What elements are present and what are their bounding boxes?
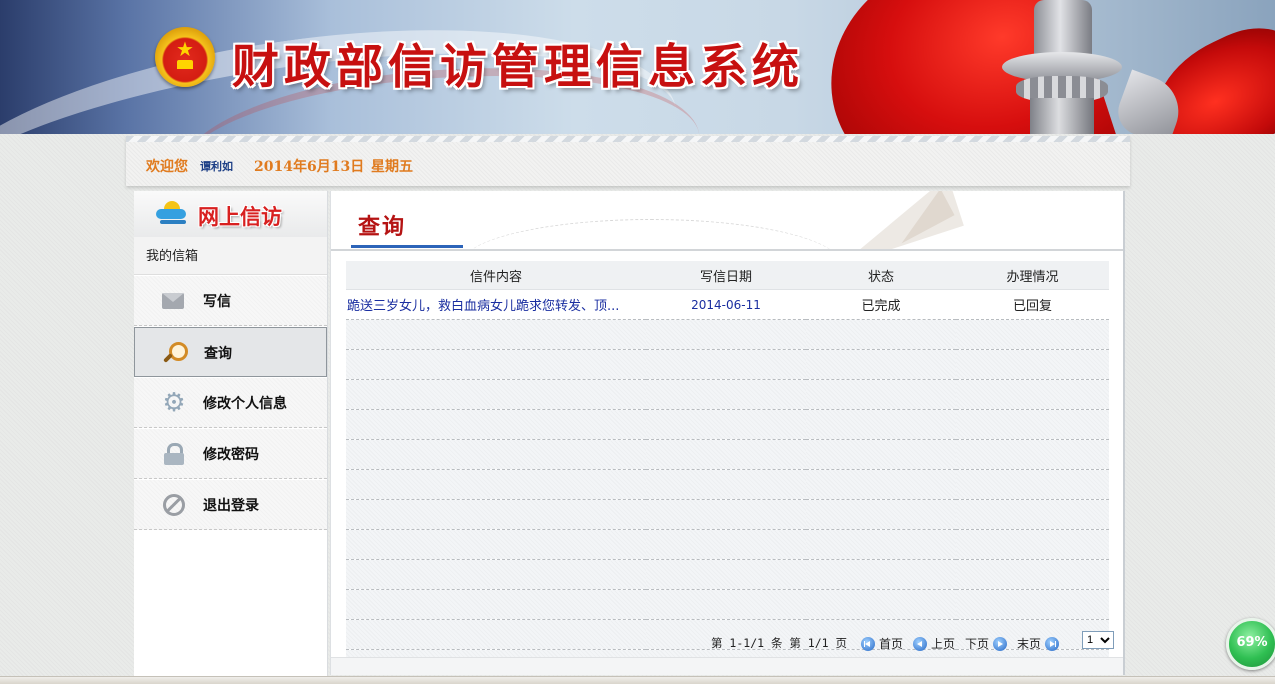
empty-row [346,379,1109,410]
table-header-row: 信件内容 写信日期 状态 办理情况 [346,261,1109,290]
first-page-button[interactable]: 首页 [861,635,903,652]
letter-date: 2014-06-11 [646,289,806,320]
menu-label: 修改密码 [203,447,259,463]
current-date: 2014年6月13日 [254,159,365,175]
first-page-label: 首页 [879,637,904,651]
site-title: 财政部信访管理信息系统 [232,40,804,95]
empty-row [346,319,1109,350]
menu-change-password[interactable]: 修改密码 [134,429,327,479]
column-header-date: 写信日期 [646,261,806,290]
user-name: 谭利如 [200,160,233,173]
panel-title-underline [351,245,463,248]
empty-row [346,439,1109,470]
gear-icon: ⚙ [162,388,186,418]
performance-badge[interactable]: 69% [1226,618,1275,670]
empty-row [346,469,1109,500]
menu-logout[interactable]: 退出登录 [134,480,327,530]
panel-title: 查询 [358,215,407,240]
column-header-status: 状态 [806,261,956,290]
national-emblem-icon: ★ [155,27,215,87]
menu-label: 修改个人信息 [203,396,287,412]
letter-status: 已完成 [806,289,956,320]
menu-label: 查询 [204,346,232,362]
main-panel: 查询 信件内容 写信日期 状态 办理情况 跪送三岁女儿，救白血病女儿跪求您转发、… [330,191,1125,675]
letter-progress: 已回复 [956,289,1109,320]
menu-label: 退出登录 [203,498,259,514]
empty-row [346,559,1109,590]
empty-row [346,409,1109,440]
last-page-icon [1045,637,1060,651]
sidebar: 网上信访 我的信箱 写信 查询 ⚙ 修改个人信息 修改密码 退出登录 [134,191,328,683]
online-petition-logo-icon [156,201,190,225]
page-select[interactable]: 1 [1082,631,1114,649]
empty-row [346,499,1109,530]
pagination-bar: 第 1-1/1 条 第 1/1 页 首页 上页 下页 末页 1 [346,631,1114,655]
last-page-button[interactable]: 末页 [1017,635,1060,652]
next-page-icon [993,637,1008,651]
letter-table: 信件内容 写信日期 状态 办理情况 跪送三岁女儿，救白血病女儿跪求您转发、顶..… [346,261,1109,675]
menu-label: 写信 [203,294,231,310]
current-weekday: 星期五 [371,159,413,175]
lock-icon [162,443,186,465]
menu-edit-profile[interactable]: ⚙ 修改个人信息 [134,378,327,428]
sidebar-title: 网上信访 [198,205,282,229]
panel-footer [331,657,1123,675]
pagination-summary: 第 1-1/1 条 第 1/1 页 [711,636,848,650]
last-page-label: 末页 [1017,637,1042,651]
prev-page-icon [913,637,927,651]
empty-row [346,589,1109,620]
huabiao-pillar-body [1030,98,1094,134]
welcome-greeting: 欢迎您 [146,159,188,175]
huabiao-pillar-top [1034,0,1092,58]
column-header-progress: 办理情况 [956,261,1109,290]
mailbox-section-label: 我的信箱 [134,237,327,275]
letter-subject-link[interactable]: 跪送三岁女儿，救白血病女儿跪求您转发、顶... [346,289,646,320]
ban-icon [162,494,186,516]
next-page-button[interactable]: 下页 [965,635,1008,652]
welcome-bar: 欢迎您 谭利如 2014年6月13日 星期五 [126,136,1130,186]
panel-header: 查询 [331,191,1123,251]
first-page-icon [861,637,875,651]
next-page-label: 下页 [965,637,990,651]
plane-trail-decoration [461,219,841,249]
menu-write-letter[interactable]: 写信 [134,276,327,326]
prev-page-label: 上页 [931,637,956,651]
prev-page-button[interactable]: 上页 [913,635,955,652]
menu-query[interactable]: 查询 [134,327,327,377]
empty-row [346,349,1109,380]
sidebar-header: 网上信访 [134,191,327,238]
column-header-content: 信件内容 [346,261,646,290]
magnifier-icon [163,342,188,364]
header-banner: ★ 财政部信访管理信息系统 [0,0,1275,134]
empty-row [346,529,1109,560]
envelope-icon [162,293,184,309]
table-row[interactable]: 跪送三岁女儿，救白血病女儿跪求您转发、顶... 2014-06-11 已完成 已… [346,289,1109,320]
